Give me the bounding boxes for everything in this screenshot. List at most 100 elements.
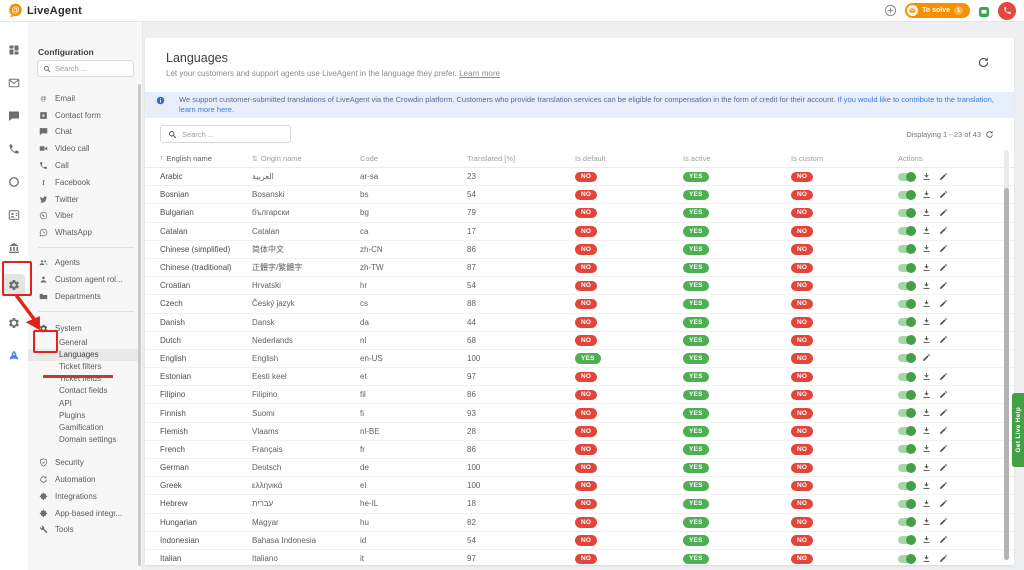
- sidebar-item-integrations[interactable]: Integrations: [28, 488, 140, 505]
- download-icon[interactable]: [922, 517, 932, 527]
- active-toggle[interactable]: [898, 373, 915, 381]
- table-row-flemish[interactable]: FlemishVlaamsnl-BE28NOYESNO: [145, 423, 1014, 441]
- active-toggle[interactable]: [898, 318, 915, 326]
- rail-dashboard-icon[interactable]: [3, 43, 25, 56]
- rail-time-icon[interactable]: [3, 175, 25, 188]
- sidebar-item-viber[interactable]: Viber: [28, 208, 140, 225]
- table-row-finnish[interactable]: FinnishSuomifi93NOYESNO: [145, 404, 1014, 422]
- table-row-dutch[interactable]: DutchNederlandsnl68NOYESNO: [145, 332, 1014, 350]
- sidebar-item-video-call[interactable]: Video call: [28, 140, 140, 157]
- download-icon[interactable]: [922, 372, 932, 382]
- download-icon[interactable]: [922, 335, 932, 345]
- table-row-czech[interactable]: CzechČeský jazykcs88NOYESNO: [145, 295, 1014, 313]
- active-toggle[interactable]: [898, 191, 915, 199]
- edit-icon[interactable]: [939, 317, 949, 327]
- edit-icon[interactable]: [922, 353, 932, 363]
- active-toggle[interactable]: [898, 482, 915, 490]
- active-toggle[interactable]: [898, 264, 915, 272]
- active-toggle[interactable]: [898, 536, 915, 544]
- table-row-filipino[interactable]: FilipinoFilipinofil86NOYESNO: [145, 386, 1014, 404]
- rail-calls-icon[interactable]: [3, 142, 25, 155]
- table-row-french[interactable]: FrenchFrançaisfr86NOYESNO: [145, 441, 1014, 459]
- sidebar-subitem-api[interactable]: API: [28, 397, 140, 409]
- rail-billing-icon[interactable]: [3, 241, 25, 254]
- sidebar-item-call[interactable]: Call: [28, 157, 140, 174]
- table-row-arabic[interactable]: Arabicالعربيةar-sa23NOYESNO: [145, 168, 1014, 186]
- rail-configuration-icon[interactable]: [3, 274, 25, 296]
- active-toggle[interactable]: [898, 300, 915, 308]
- table-row-hebrew[interactable]: Hebrewעבריתhe-IL18NOYESNO: [145, 495, 1014, 513]
- table-search-input[interactable]: Search ...: [160, 125, 291, 143]
- edit-icon[interactable]: [939, 481, 949, 491]
- download-icon[interactable]: [922, 281, 932, 291]
- active-toggle[interactable]: [898, 391, 915, 399]
- download-icon[interactable]: [922, 208, 932, 218]
- active-toggle[interactable]: [898, 464, 915, 472]
- sidebar-scrollbar[interactable]: [138, 84, 141, 566]
- edit-icon[interactable]: [939, 208, 949, 218]
- sidebar-search-input[interactable]: Search ...: [37, 60, 134, 77]
- edit-icon[interactable]: [939, 190, 949, 200]
- edit-icon[interactable]: [939, 463, 949, 473]
- active-toggle[interactable]: [898, 555, 915, 563]
- download-icon[interactable]: [922, 408, 932, 418]
- column-header-actions[interactable]: Actions: [898, 154, 1014, 163]
- edit-icon[interactable]: [939, 281, 949, 291]
- rail-customers-icon[interactable]: [3, 208, 25, 221]
- sidebar-subitem-plugins[interactable]: Plugins: [28, 409, 140, 421]
- chat-status-icon[interactable]: [978, 5, 990, 17]
- add-icon[interactable]: [883, 4, 897, 18]
- edit-icon[interactable]: [939, 299, 949, 309]
- download-icon[interactable]: [922, 390, 932, 400]
- refresh-icon[interactable]: [985, 130, 994, 139]
- sidebar-item-facebook[interactable]: fFacebook: [28, 174, 140, 191]
- edit-icon[interactable]: [939, 408, 949, 418]
- sidebar-item-security[interactable]: Security: [28, 454, 140, 471]
- table-row-catalan[interactable]: CatalanCatalanca17NOYESNO: [145, 223, 1014, 241]
- sidebar-item-system[interactable]: System: [28, 320, 140, 337]
- edit-icon[interactable]: [939, 226, 949, 236]
- table-row-chinese-traditional[interactable]: Chinese (traditional)正體字/繁體字zh-TW87NOYES…: [145, 259, 1014, 277]
- sidebar-subitem-ticket-filters[interactable]: Ticket filters: [28, 361, 140, 373]
- active-toggle[interactable]: [898, 227, 915, 235]
- active-toggle[interactable]: [898, 445, 915, 453]
- sidebar-item-departments[interactable]: Departments: [28, 288, 140, 305]
- table-row-estonian[interactable]: EstonianEesti keelet97NOYESNO: [145, 368, 1014, 386]
- download-icon[interactable]: [922, 554, 932, 564]
- table-scrollbar[interactable]: [1004, 150, 1009, 560]
- sidebar-subitem-languages[interactable]: Languages: [28, 349, 140, 361]
- download-icon[interactable]: [922, 172, 932, 182]
- column-header-is-default[interactable]: Is default: [575, 154, 683, 163]
- table-row-bulgarian[interactable]: Bulgarianбългарскиbg79NOYESNO: [145, 204, 1014, 222]
- download-icon[interactable]: [922, 226, 932, 236]
- download-icon[interactable]: [922, 317, 932, 327]
- edit-icon[interactable]: [939, 390, 949, 400]
- table-row-greek[interactable]: Greekελληνικάel100NOYESNO: [145, 477, 1014, 495]
- sidebar-subitem-domain-settings[interactable]: Domain settings: [28, 433, 140, 445]
- active-toggle[interactable]: [898, 336, 915, 344]
- edit-icon[interactable]: [939, 263, 949, 273]
- rail-settings-icon[interactable]: [3, 316, 25, 329]
- download-icon[interactable]: [922, 481, 932, 491]
- edit-icon[interactable]: [939, 444, 949, 454]
- download-icon[interactable]: [922, 426, 932, 436]
- column-header-english-name[interactable]: ↑English name: [160, 154, 252, 163]
- refresh-button[interactable]: [977, 56, 991, 70]
- column-header-code[interactable]: Code: [360, 154, 467, 163]
- edit-icon[interactable]: [939, 554, 949, 564]
- active-toggle[interactable]: [898, 209, 915, 217]
- active-toggle[interactable]: [898, 500, 915, 508]
- column-header-translated[interactable]: Translated [%]: [467, 154, 575, 163]
- column-header-origin-name[interactable]: ⇅Origin name: [252, 154, 360, 163]
- edit-icon[interactable]: [939, 499, 949, 509]
- active-toggle[interactable]: [898, 409, 915, 417]
- sidebar-item-email[interactable]: @Email: [28, 90, 140, 107]
- edit-icon[interactable]: [939, 426, 949, 436]
- sidebar-item-whatsapp[interactable]: WhatsApp: [28, 224, 140, 241]
- active-toggle[interactable]: [898, 282, 915, 290]
- download-icon[interactable]: [922, 190, 932, 200]
- active-toggle[interactable]: [898, 354, 915, 362]
- edit-icon[interactable]: [939, 517, 949, 527]
- sidebar-subitem-contact-fields[interactable]: Contact fields: [28, 385, 140, 397]
- call-button[interactable]: [998, 2, 1016, 20]
